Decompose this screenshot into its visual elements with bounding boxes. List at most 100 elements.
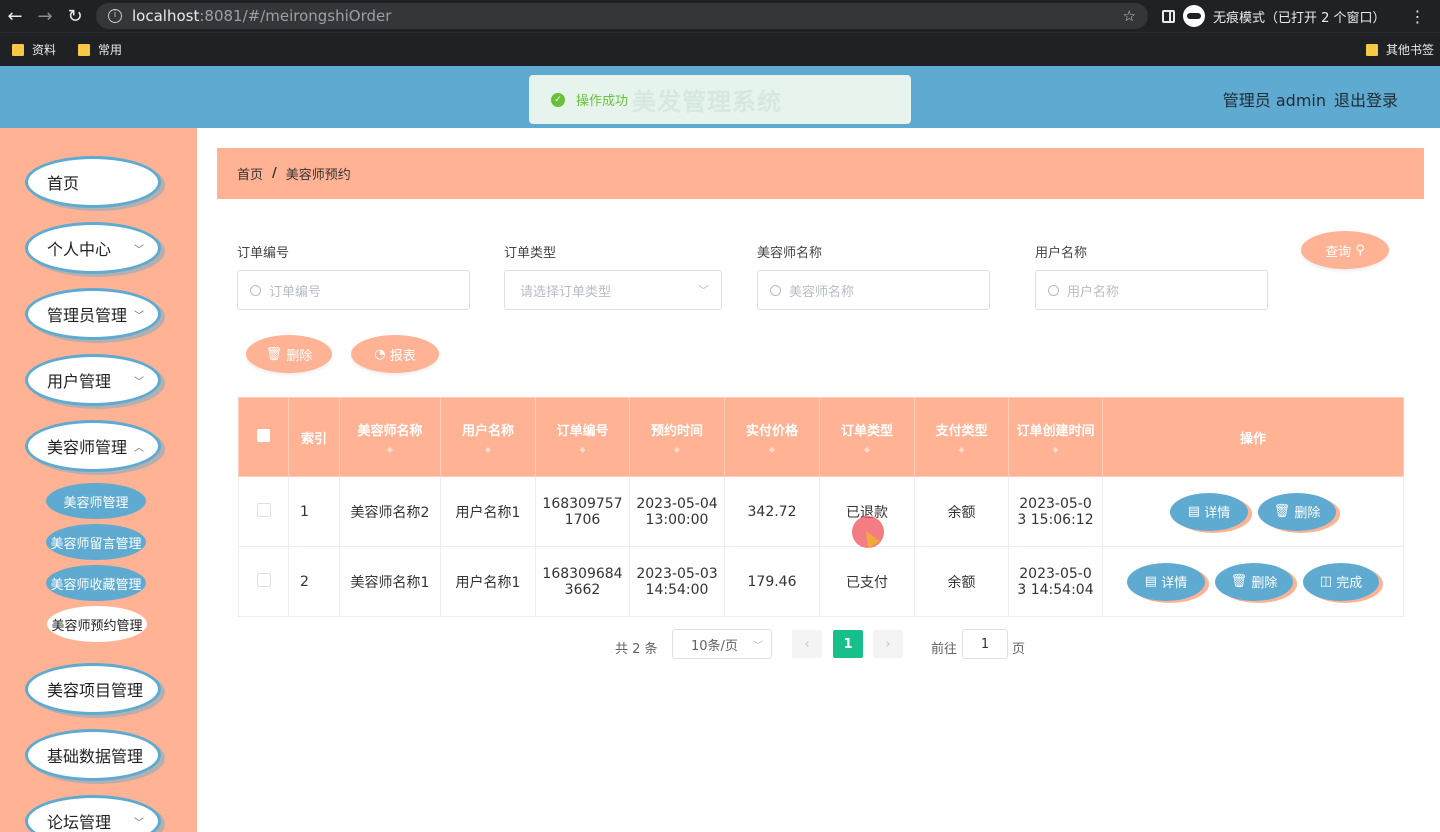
goto-page-input[interactable]: 1 <box>962 629 1008 659</box>
sidebar-item-label: 美容师管理 <box>47 438 128 457</box>
other-bookmarks[interactable]: 其他书签 <box>1365 41 1434 58</box>
next-page-button[interactable]: › <box>873 630 903 658</box>
bookmark-folder[interactable]: 资料 <box>12 41 56 58</box>
user-name-label: 用户名称 <box>1035 246 1088 261</box>
check-circle-icon: ✓ <box>551 92 565 107</box>
prev-page-button[interactable]: ‹ <box>792 630 822 658</box>
page-size-select[interactable]: 10条/页 ﹀ <box>672 629 772 659</box>
select-all-checkbox[interactable] <box>257 428 270 442</box>
sidebar: 首页 个人中心 ﹀ 管理员管理 ﹀ 用户管理 ﹀ 美容师管理 ︿ 美容师管理 美容师留言… <box>0 128 197 832</box>
sidebar-item-basic-data[interactable]: 基础数据管理 <box>25 729 161 781</box>
index-cell: 1 <box>288 476 340 547</box>
search-icon <box>250 284 261 296</box>
sidebar-subitem-favorites[interactable]: 美容师收藏管理 <box>46 565 146 601</box>
main-content: 首页 / 美容师预约 订单编号 订单编号 订单类型 请选择订单类型 ﹀ 美容师名… <box>197 128 1440 832</box>
sidebar-subitem-appointments[interactable]: 美容师预约管理 <box>47 606 147 642</box>
trash-icon: 🗑 <box>1230 574 1248 589</box>
folder-icon <box>78 43 91 56</box>
trash-icon: 🗑 <box>1273 504 1291 519</box>
bookmark-label: 常用 <box>98 43 123 57</box>
bookmark-label: 资料 <box>32 43 57 57</box>
sidebar-item-users[interactable]: 用户管理 ﹀ <box>25 354 161 406</box>
other-bookmarks-label: 其他书签 <box>1385 43 1434 57</box>
pie-chart-icon: ◔ <box>374 346 386 362</box>
sidebar-item-label: 管理员管理 <box>47 306 128 325</box>
address-bar[interactable]: i localhost:8081/#/meirongshiOrder ☆ <box>96 3 1148 29</box>
book-icon: ◫ <box>1319 574 1333 589</box>
sidebar-item-forum[interactable]: 论坛管理 ﹀ <box>25 795 161 832</box>
delete-button[interactable]: 🗑 删除 <box>1258 492 1336 531</box>
forward-icon[interactable]: → <box>30 6 60 27</box>
breadcrumb-home[interactable]: 首页 <box>237 164 263 183</box>
sort-icon[interactable]: ◆ <box>731 445 813 454</box>
sidebar-item-home[interactable]: 首页 <box>25 156 161 208</box>
created-cell: 2023-05-03 14:54:04 <box>1008 546 1103 617</box>
sidebar-item-projects[interactable]: 美容项目管理 <box>25 663 161 715</box>
sidebar-item-label: 首页 <box>47 174 80 193</box>
order-type-select[interactable]: 请选择订单类型 ﹀ <box>504 270 722 310</box>
detail-button[interactable]: ▤ 详情 <box>1127 562 1205 601</box>
complete-button[interactable]: ◫ 完成 <box>1303 562 1379 601</box>
incognito-label[interactable]: 无痕模式（已打开 2 个窗口） <box>1213 7 1386 26</box>
column-header[interactable]: 订单创建时间 ◆ <box>1008 397 1103 477</box>
chevron-down-icon: ﹀ <box>134 817 144 829</box>
select-all-header[interactable] <box>238 397 289 477</box>
column-header[interactable]: 支付类型 ◆ <box>914 397 1009 477</box>
goto-label: 前往 <box>931 642 958 657</box>
pay-type-cell: 余额 <box>914 546 1009 617</box>
detail-label: 详情 <box>1161 576 1188 591</box>
sidebar-item-profile[interactable]: 个人中心 ﹀ <box>25 222 161 274</box>
row-select-cell <box>238 476 289 547</box>
row-checkbox[interactable] <box>256 572 271 587</box>
column-header[interactable]: 美容师名称 ◆ <box>339 397 441 477</box>
row-checkbox[interactable] <box>256 502 271 517</box>
search-icon <box>1048 284 1059 296</box>
user-cell: 用户名称1 <box>440 476 536 547</box>
sort-icon[interactable]: ◆ <box>921 445 1002 454</box>
stylist-name-input[interactable]: 美容师名称 <box>757 270 990 310</box>
page-number-current[interactable]: 1 <box>833 630 863 658</box>
sidebar-item-stylists[interactable]: 美容师管理 ︿ <box>25 420 161 472</box>
order-no-input[interactable]: 订单编号 <box>237 270 470 310</box>
back-icon[interactable]: ← <box>0 6 30 27</box>
document-icon: ▤ <box>1144 574 1158 589</box>
detail-button[interactable]: ▤ 详情 <box>1170 492 1248 531</box>
browser-menu-icon[interactable]: ⋮ <box>1410 7 1426 26</box>
column-header[interactable]: 订单编号 ◆ <box>535 397 630 477</box>
column-header[interactable]: 实付价格 ◆ <box>724 397 820 477</box>
appoint-time-cell: 2023-05-03 14:54:00 <box>629 546 725 617</box>
sort-icon[interactable]: ◆ <box>826 445 908 454</box>
side-panel-icon[interactable] <box>1162 9 1175 23</box>
column-header[interactable]: 用户名称 ◆ <box>440 397 536 477</box>
query-button[interactable]: 查询 ⚲ <box>1301 231 1389 269</box>
order-no-label: 订单编号 <box>237 246 290 261</box>
reload-icon[interactable]: ↻ <box>60 6 90 27</box>
delete-button[interactable]: 🗑 删除 <box>1215 562 1293 601</box>
stylist-cell: 美容师名称2 <box>339 476 441 547</box>
column-header[interactable]: 订单类型 ◆ <box>819 397 915 477</box>
app-header: ✓ 操作成功 美发管理系统 管理员 admin 退出登录 <box>0 66 1440 128</box>
sort-icon[interactable]: ◆ <box>1015 445 1096 454</box>
sort-icon[interactable]: ◆ <box>636 445 718 454</box>
user-name-input[interactable]: 用户名称 <box>1035 270 1268 310</box>
sort-icon[interactable]: ◆ <box>346 445 434 454</box>
stylist-name-placeholder: 美容师名称 <box>789 284 855 300</box>
column-header[interactable]: 预约时间 ◆ <box>629 397 725 477</box>
incognito-icon[interactable] <box>1183 5 1205 27</box>
site-info-icon[interactable]: i <box>108 9 122 23</box>
sidebar-subitem-stylists[interactable]: 美容师管理 <box>46 483 146 519</box>
folder-icon <box>12 43 24 56</box>
chevron-down-icon: ﹀ <box>753 640 763 652</box>
report-button[interactable]: ◔ 报表 <box>351 335 439 373</box>
bookmark-star-icon[interactable]: ☆ <box>1123 7 1136 25</box>
sort-icon[interactable]: ◆ <box>542 445 623 454</box>
delete-label: 删除 <box>1251 576 1278 591</box>
sidebar-item-label: 用户管理 <box>47 372 112 391</box>
sidebar-subitem-messages[interactable]: 美容师留言管理 <box>46 524 146 560</box>
batch-delete-button[interactable]: 🗑 删除 <box>246 335 332 373</box>
bookmark-folder[interactable]: 常用 <box>78 41 122 58</box>
sort-icon[interactable]: ◆ <box>447 445 529 454</box>
ops-cell: ▤ 详情 🗑 删除 <box>1102 476 1404 547</box>
logout-link[interactable]: 退出登录 <box>1334 87 1398 111</box>
sidebar-item-admins[interactable]: 管理员管理 ﹀ <box>25 288 161 340</box>
